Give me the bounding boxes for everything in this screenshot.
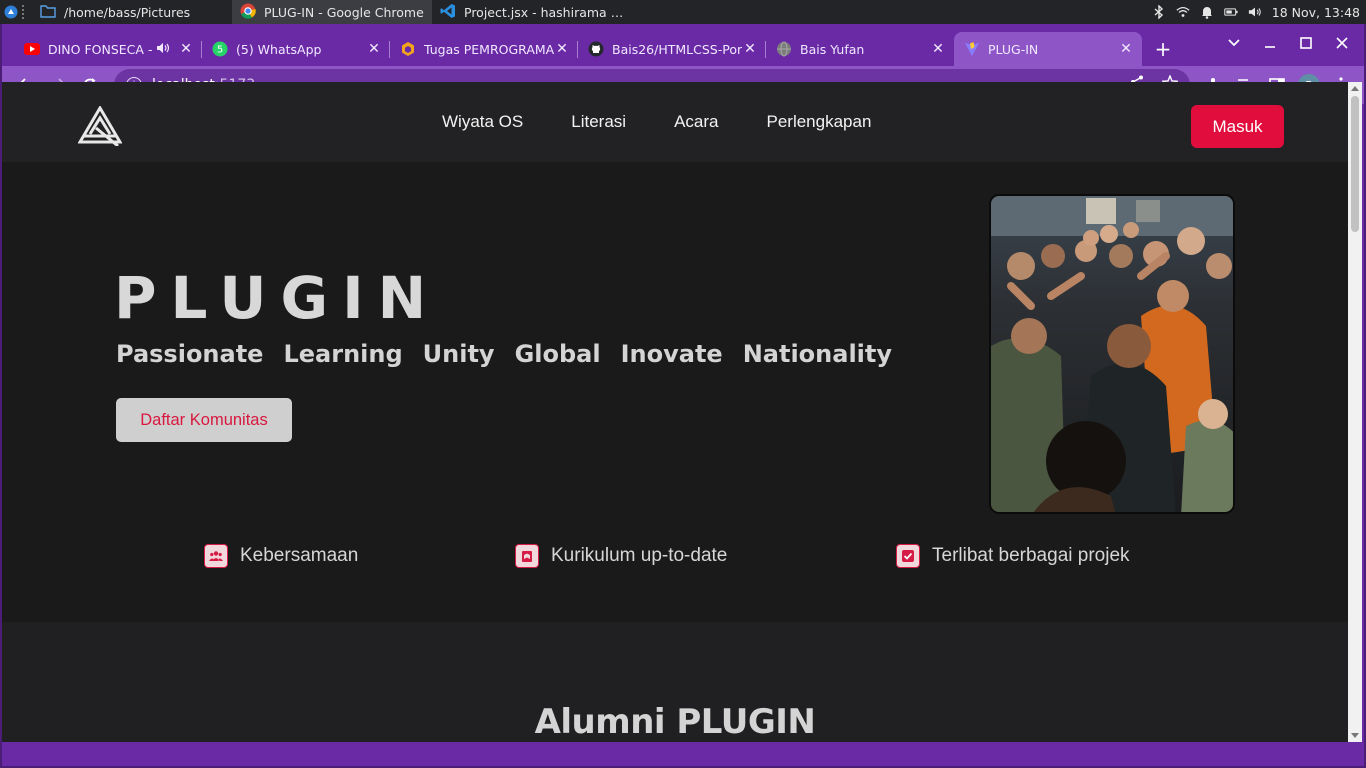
window-controls: [1218, 30, 1358, 56]
page-viewport: Wiyata OS Literasi Acara Perlengkapan Ma…: [2, 82, 1362, 742]
feature-item: Terlibat berbagai projek: [896, 544, 1130, 568]
hero-keyword: Passionate: [116, 340, 264, 368]
tab-close-icon[interactable]: ✕: [742, 41, 758, 57]
tab-tugas[interactable]: Tugas PEMROGRAMA ✕: [390, 32, 578, 66]
tab-close-icon[interactable]: ✕: [366, 41, 382, 57]
nav-item-literasi[interactable]: Literasi: [571, 112, 626, 132]
page-scrollbar[interactable]: [1348, 82, 1362, 742]
battery-icon[interactable]: [1224, 5, 1238, 19]
maximize-icon[interactable]: [1290, 30, 1322, 56]
tab-close-icon[interactable]: ✕: [178, 41, 194, 57]
people-icon: [204, 544, 228, 568]
tab-close-icon[interactable]: ✕: [554, 41, 570, 57]
new-tab-button[interactable]: +: [1148, 32, 1178, 66]
hero-title: PLUGIN: [114, 264, 441, 332]
bluetooth-icon[interactable]: [1152, 5, 1166, 19]
nav-item-acara[interactable]: Acara: [674, 112, 718, 132]
feature-item: Kebersamaan: [204, 544, 358, 568]
clock[interactable]: 18 Nov, 13:48: [1272, 5, 1360, 20]
chrome-icon: [240, 3, 256, 22]
tab-label: DINO FONSECA -: [48, 41, 153, 57]
feature-label: Kurikulum up-to-date: [551, 545, 728, 566]
checkbox-icon: [896, 544, 920, 568]
taskbar: /home/bass/Pictures PLUG-IN - Google Chr…: [0, 0, 1366, 24]
hero-keyword: Learning: [283, 340, 403, 368]
taskbar-task-files[interactable]: /home/bass/Pictures: [32, 0, 232, 24]
taskbar-task-chrome[interactable]: PLUG-IN - Google Chrome: [232, 0, 432, 24]
tab-close-icon[interactable]: ✕: [930, 41, 946, 57]
tab-close-icon[interactable]: ✕: [1118, 41, 1134, 57]
feature-item: Kurikulum up-to-date: [515, 544, 727, 568]
wifi-icon[interactable]: [1176, 5, 1190, 19]
volume-icon[interactable]: [1248, 5, 1262, 19]
close-window-icon[interactable]: [1326, 30, 1358, 56]
tab-label: (5) WhatsApp: [236, 41, 322, 57]
taskbar-task-label: PLUG-IN - Google Chrome: [264, 4, 424, 20]
youtube-icon: [24, 41, 40, 57]
tab-bais-yufan[interactable]: Bais Yufan ✕: [766, 32, 954, 66]
alumni-title: Alumni PLUGIN: [534, 702, 816, 742]
hero-keywords: Passionate Learning Unity Global Inovate…: [116, 340, 892, 368]
app-launcher-icon[interactable]: [0, 0, 22, 24]
github-icon: [588, 41, 604, 57]
tab-plugin[interactable]: PLUG-IN ✕: [954, 32, 1142, 66]
tab-label: Tugas PEMROGRAMA: [424, 41, 554, 57]
plugin-logo[interactable]: [77, 105, 123, 148]
taskbar-grip: [22, 5, 28, 19]
tab-whatsapp[interactable]: 5 (5) WhatsApp ✕: [202, 32, 390, 66]
login-button[interactable]: Masuk: [1191, 105, 1284, 148]
globe-icon: [776, 41, 792, 57]
vite-icon: [964, 41, 980, 57]
feature-label: Kebersamaan: [240, 545, 359, 566]
whatsapp-icon: 5: [212, 41, 228, 57]
alumni-section: Alumni PLUGIN: [2, 622, 1348, 742]
speaker-icon[interactable]: [156, 42, 170, 57]
system-tray: 18 Nov, 13:48: [1152, 0, 1366, 24]
site-navbar: Wiyata OS Literasi Acara Perlengkapan Ma…: [2, 82, 1348, 162]
scroll-down-arrow-icon[interactable]: [1351, 733, 1359, 738]
feature-label: Terlibat berbagai projek: [932, 545, 1130, 566]
nav-item-perlengkapan[interactable]: Perlengkapan: [766, 112, 871, 132]
main-menu: Wiyata OS Literasi Acara Perlengkapan: [442, 82, 871, 162]
tab-label: Bais Yufan: [800, 41, 865, 57]
notification-bell-icon[interactable]: [1200, 5, 1214, 19]
register-community-button[interactable]: Daftar Komunitas: [116, 398, 292, 442]
minimize-icon[interactable]: [1254, 30, 1286, 56]
svg-text:5: 5: [217, 45, 223, 56]
tab-search-icon[interactable]: [1218, 30, 1250, 56]
hero-community-photo: [989, 194, 1235, 514]
hero-section: PLUGIN Passionate Learning Unity Global …: [2, 162, 1348, 622]
hero-keyword: Global: [514, 340, 601, 368]
hero-keyword: Unity: [422, 340, 495, 368]
taskbar-task-vscode[interactable]: Project.jsx - hashirama - Visu...: [432, 0, 632, 24]
taskbar-task-label: Project.jsx - hashirama - Visu...: [464, 4, 624, 20]
vscode-icon: [440, 3, 456, 22]
nav-item-wiyata-os[interactable]: Wiyata OS: [442, 112, 523, 132]
features-row: Kebersamaan Kurikulum up-to-date Terliba…: [2, 544, 1348, 584]
hero-keyword: Nationality: [742, 340, 893, 368]
hero-keyword: Inovate: [620, 340, 723, 368]
tab-label: Bais26/HTMLCSS-Por: [612, 41, 742, 57]
scrollbar-thumb[interactable]: [1351, 96, 1359, 232]
tab-youtube[interactable]: DINO FONSECA - ✕: [14, 32, 202, 66]
tab-label: PLUG-IN: [988, 41, 1039, 57]
tab-github[interactable]: Bais26/HTMLCSS-Por ✕: [578, 32, 766, 66]
tab-strip: DINO FONSECA - ✕ 5 (5) WhatsApp ✕ Tugas …: [2, 24, 1364, 66]
taskbar-task-label: /home/bass/Pictures: [64, 4, 191, 20]
folder-icon: [40, 4, 56, 21]
hexagon-icon: [400, 41, 416, 57]
book-icon: [515, 544, 539, 568]
scroll-up-arrow-icon[interactable]: [1351, 86, 1359, 91]
